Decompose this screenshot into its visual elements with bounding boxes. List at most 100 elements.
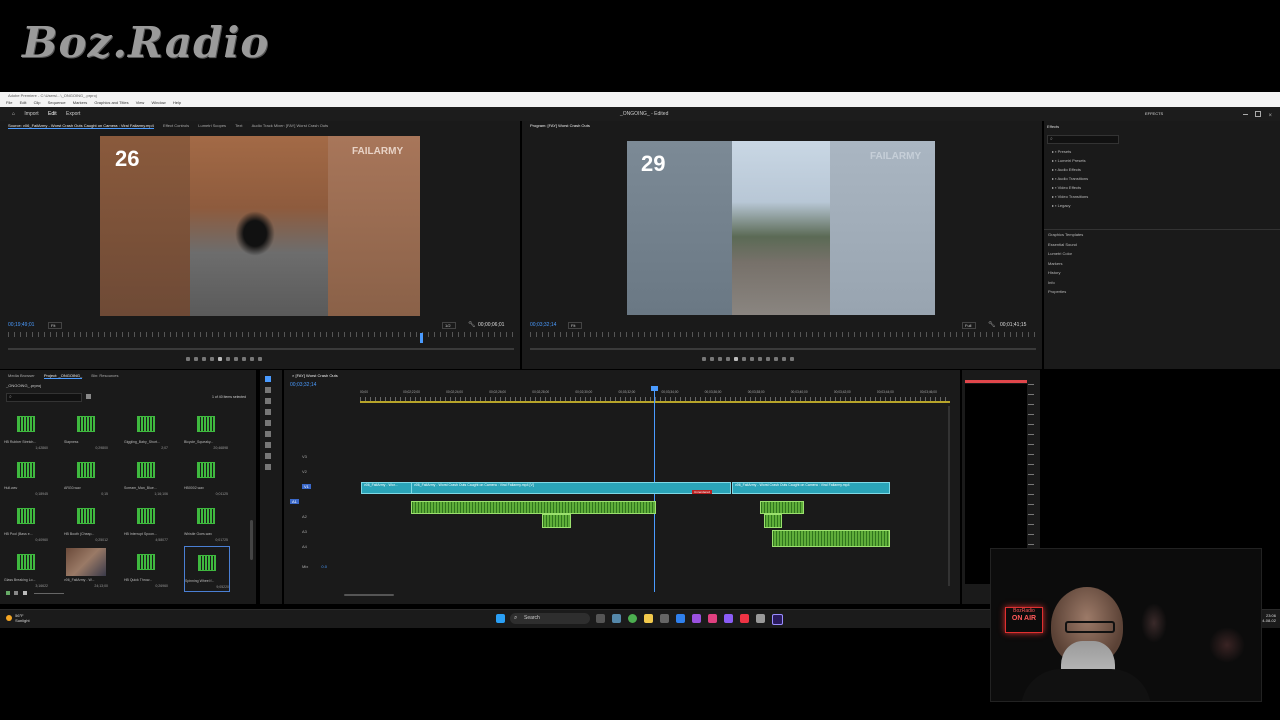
timeline-clip-v1[interactable]: v06_FailArmy - Worst Crash Outs Caught o… bbox=[732, 482, 890, 494]
audio-clip-a1[interactable] bbox=[760, 501, 804, 514]
audio-clip-a2[interactable] bbox=[542, 514, 571, 528]
step-forward-icon[interactable] bbox=[226, 357, 230, 361]
menu-clip[interactable]: Clip bbox=[34, 100, 41, 105]
tab-media-browser[interactable]: Media Browser bbox=[8, 373, 35, 378]
copilot-icon[interactable] bbox=[612, 614, 621, 623]
program-fit-select[interactable]: Fit bbox=[568, 322, 583, 329]
program-timecode[interactable]: 00;03;32;14 bbox=[530, 322, 556, 328]
go-to-in-icon[interactable] bbox=[718, 357, 722, 361]
export-frame-icon[interactable] bbox=[774, 357, 778, 361]
list-view-icon[interactable] bbox=[14, 591, 19, 595]
timeline-zoom-bar[interactable] bbox=[344, 594, 394, 596]
source-video-frame[interactable]: 26 FAILARMY bbox=[100, 136, 420, 316]
source-fit-select[interactable]: Fit bbox=[48, 322, 63, 329]
menu-sequence[interactable]: Sequence bbox=[48, 100, 66, 105]
mark-out-icon[interactable] bbox=[194, 357, 198, 361]
nav-edit[interactable]: Edit bbox=[48, 111, 57, 117]
timeline-v-scrollbar[interactable] bbox=[948, 406, 950, 586]
menu-graphics[interactable]: Graphics and Titles bbox=[94, 100, 128, 105]
audio-clip-a4[interactable] bbox=[772, 530, 890, 547]
overwrite-icon[interactable] bbox=[250, 357, 254, 361]
track-a2[interactable]: A2 bbox=[288, 514, 358, 529]
taskbar-search[interactable]: ⌕ Search bbox=[510, 613, 590, 624]
effects-search-input[interactable]: ⌕ bbox=[1047, 135, 1119, 144]
audio-clip-a1[interactable] bbox=[411, 501, 656, 514]
program-time-ruler[interactable] bbox=[530, 332, 1036, 337]
tab-audio-mixer[interactable]: Audio Track Mixer: [FAY] Worst Crash Out… bbox=[252, 123, 329, 128]
track-v3[interactable]: V3 bbox=[288, 454, 358, 469]
project-item[interactable]: HB Interrupt Spoon... 4;58077 bbox=[124, 500, 168, 544]
mark-in-icon[interactable] bbox=[702, 357, 706, 361]
tab-effect-controls[interactable]: Effect Controls bbox=[163, 123, 189, 128]
compare-icon[interactable] bbox=[782, 357, 786, 361]
track-a3[interactable]: A3 bbox=[288, 529, 358, 544]
weather-widget[interactable]: 56°F Sunlight bbox=[6, 613, 30, 623]
project-item[interactable]: Glass Breaking Lo... 3;16622 bbox=[4, 546, 48, 590]
track-select-tool-icon[interactable] bbox=[265, 387, 271, 393]
track-v1[interactable]: V1 bbox=[288, 484, 358, 499]
menu-markers[interactable]: Markers bbox=[73, 100, 87, 105]
menu-file[interactable]: File bbox=[6, 100, 12, 105]
project-item[interactable]: HB Pool (Bass e... 0;40960 bbox=[4, 500, 48, 544]
app-icon[interactable] bbox=[756, 614, 765, 623]
project-item[interactable]: HB Quick Throw... 0;26960 bbox=[124, 546, 168, 590]
premiere-icon[interactable] bbox=[772, 614, 783, 625]
go-to-out-icon[interactable] bbox=[234, 357, 238, 361]
nav-import[interactable]: Import bbox=[24, 111, 38, 117]
home-icon[interactable]: ⌂ bbox=[12, 111, 15, 117]
ripple-edit-tool-icon[interactable] bbox=[265, 398, 271, 404]
start-icon[interactable] bbox=[496, 614, 505, 623]
project-item[interactable]: Giggling_Baby_Short... 2;07 bbox=[124, 408, 168, 452]
effects-item-video-effects[interactable]: ▸ ▪ Video Effects bbox=[1052, 183, 1088, 192]
selection-tool-icon[interactable] bbox=[265, 376, 271, 382]
menu-window[interactable]: Window bbox=[151, 100, 165, 105]
source-ratio-select[interactable]: 1/2 bbox=[442, 322, 456, 329]
effects-item-video-transitions[interactable]: ▸ ▪ Video Transitions bbox=[1052, 192, 1088, 201]
app-icon[interactable] bbox=[660, 614, 669, 623]
project-item[interactable]: Bicycle_Squeaky... 20;46898 bbox=[184, 408, 228, 452]
panel-lumetri-color[interactable]: Lumetri Color bbox=[1044, 249, 1280, 259]
project-item[interactable]: Scream_Man_Blue... 1;16;106 bbox=[124, 454, 168, 498]
tab-bin[interactable]: Bin: Resources bbox=[91, 373, 118, 378]
menu-edit[interactable]: Edit bbox=[20, 100, 27, 105]
hand-tool-icon[interactable] bbox=[265, 453, 271, 459]
go-to-in-icon[interactable] bbox=[202, 357, 206, 361]
program-zoom-bar[interactable] bbox=[530, 348, 1036, 350]
wrench-icon[interactable]: 🔧︎ bbox=[468, 321, 476, 328]
step-back-icon[interactable] bbox=[726, 357, 730, 361]
panel-history[interactable]: History bbox=[1044, 268, 1280, 278]
step-forward-icon[interactable] bbox=[742, 357, 746, 361]
tab-text[interactable]: Text bbox=[235, 123, 242, 128]
project-item[interactable]: HB Rubber Stretch... 1;42860 bbox=[4, 408, 48, 452]
explorer-icon[interactable] bbox=[644, 614, 653, 623]
play-icon[interactable] bbox=[734, 357, 738, 361]
pencil-icon[interactable] bbox=[6, 591, 10, 595]
go-to-out-icon[interactable] bbox=[750, 357, 754, 361]
slip-tool-icon[interactable] bbox=[265, 420, 271, 426]
extract-icon[interactable] bbox=[766, 357, 770, 361]
track-a4[interactable]: A4 bbox=[288, 544, 358, 559]
project-item[interactable]: Whistle Goes.wav 0;01725 bbox=[184, 500, 228, 544]
mark-in-icon[interactable] bbox=[186, 357, 190, 361]
tab-lumetri-scopes[interactable]: Lumetri Scopes bbox=[198, 123, 226, 128]
menu-view[interactable]: View bbox=[136, 100, 145, 105]
effects-item-legacy[interactable]: ▸ ▪ Legacy bbox=[1052, 201, 1088, 210]
menu-help[interactable]: Help bbox=[173, 100, 181, 105]
effects-item-audio-transitions[interactable]: ▸ ▪ Audio Transitions bbox=[1052, 174, 1088, 183]
tab-project[interactable]: Project: _ONGOING_ bbox=[43, 373, 83, 379]
project-search-input[interactable]: ⌕ bbox=[6, 393, 82, 402]
source-timecode[interactable]: 00;19;49;01 bbox=[8, 322, 34, 328]
tab-program[interactable]: Program: [FAY] Worst Crash Outs bbox=[530, 123, 590, 128]
timeline-tab[interactable]: × [FAY] Worst Crash Outs bbox=[292, 373, 338, 378]
icon-view-icon[interactable] bbox=[22, 591, 27, 595]
pen-tool-icon[interactable] bbox=[265, 431, 271, 437]
mark-out-icon[interactable] bbox=[710, 357, 714, 361]
wrench-icon[interactable]: 🔧︎ bbox=[988, 321, 996, 328]
audio-clip-a2[interactable] bbox=[764, 514, 782, 528]
effects-item-audio-effects[interactable]: ▸ ▪ Audio Effects bbox=[1052, 165, 1088, 174]
source-zoom-bar[interactable] bbox=[8, 348, 514, 350]
effects-item-lumetri-presets[interactable]: ▸ ▪ Lumetri Presets bbox=[1052, 156, 1088, 165]
track-v2[interactable]: V2 bbox=[288, 469, 358, 484]
insert-icon[interactable] bbox=[242, 357, 246, 361]
app-icon[interactable] bbox=[692, 614, 701, 623]
